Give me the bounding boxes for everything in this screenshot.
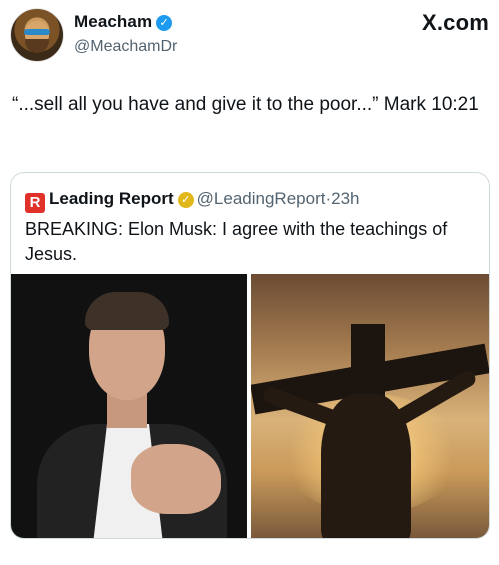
elon-musk-photo[interactable] — [11, 274, 247, 538]
author-name[interactable]: Meacham — [74, 12, 152, 31]
quote-author-name[interactable]: Leading Report — [49, 189, 174, 208]
crucified-figure-silhouette — [321, 394, 411, 538]
site-logo: X.com — [421, 10, 489, 35]
tweet-text: “...sell all you have and give it to the… — [12, 94, 479, 115]
quote-text: BREAKING: Elon Musk: I agree with the te… — [25, 219, 448, 264]
quote-media — [11, 274, 489, 538]
crucifix-sunset-photo[interactable] — [251, 274, 489, 538]
author-handle[interactable]: @MeachamDr — [74, 38, 177, 56]
quote-timestamp[interactable]: 23h — [331, 189, 359, 208]
tweet-header: Meacham ✓ @MeachamDr X.com — [10, 8, 489, 64]
quote-tweet-card[interactable]: R Leading Report ✓ @LeadingReport·23h BREAK… — [10, 172, 490, 539]
gold-verified-badge-icon: ✓ — [177, 192, 194, 208]
author-name-row[interactable]: Meacham ✓ — [74, 12, 173, 32]
verified-check-icon: ✓ — [156, 15, 173, 31]
avatar-beard — [25, 39, 49, 53]
avatar[interactable] — [10, 8, 64, 62]
steepled-hands-shape — [131, 444, 221, 514]
quote-header: R Leading Report ✓ @LeadingReport·23h — [25, 189, 479, 213]
hair-shape — [85, 292, 169, 330]
avatar-glasses — [24, 29, 50, 35]
leading-report-logo-icon: R — [25, 193, 45, 213]
quote-author-handle[interactable]: @LeadingReport — [197, 189, 326, 208]
